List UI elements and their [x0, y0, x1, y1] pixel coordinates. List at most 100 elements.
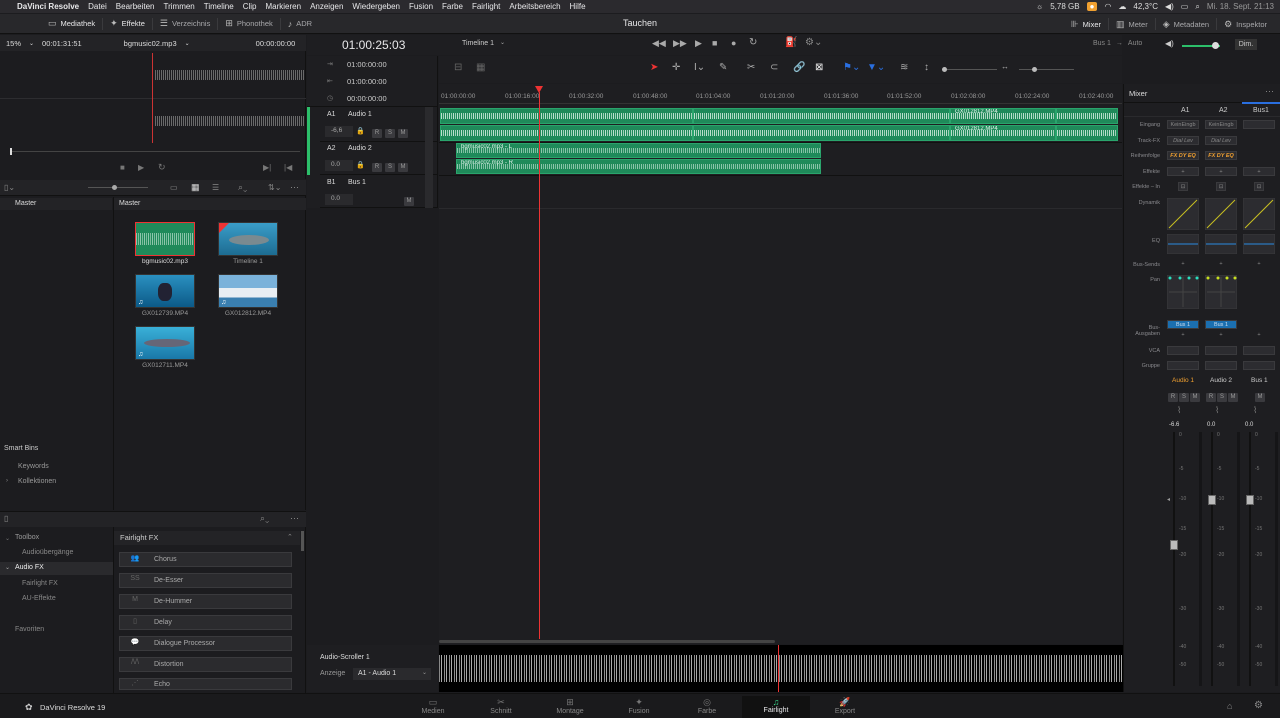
- next-frame-icon[interactable]: ▶|: [263, 163, 271, 172]
- track-name[interactable]: Audio 1: [348, 111, 372, 118]
- track-name[interactable]: Bus 1: [348, 179, 366, 186]
- page-montage[interactable]: ⊞ Montage: [536, 696, 604, 718]
- track-header-a2[interactable]: A2 Audio 2 0.0 🔒 RSM: [320, 142, 438, 175]
- menu-fusion[interactable]: Fusion: [409, 2, 433, 11]
- fx-de-esser[interactable]: SS De-Esser: [119, 573, 292, 588]
- strip-name-a1[interactable]: Audio 1: [1172, 377, 1194, 384]
- clip-a1-1-r[interactable]: [440, 125, 693, 141]
- sort-icon[interactable]: ⇅⌄: [268, 183, 281, 192]
- media-thumb-bgmusic[interactable]: [135, 222, 195, 256]
- track-volume[interactable]: -6,6: [325, 126, 353, 137]
- order-a1[interactable]: FX DY EQ: [1167, 151, 1199, 160]
- mute-button[interactable]: M: [1190, 393, 1200, 402]
- search-icon[interactable]: ⌕⌄: [238, 182, 247, 193]
- fader-knob-a2[interactable]: [1208, 495, 1216, 505]
- menu-clip[interactable]: Clip: [243, 2, 257, 11]
- more-options-icon[interactable]: ⋯: [290, 182, 299, 193]
- eq-graph-a2[interactable]: [1205, 234, 1237, 254]
- fx-chorus[interactable]: 👥 Chorus: [119, 552, 292, 567]
- zoom-waveform-icon[interactable]: ≋: [900, 62, 908, 73]
- dynamics-graph-a1[interactable]: [1167, 198, 1199, 230]
- tab-meter[interactable]: ▥ Meter: [1109, 18, 1156, 30]
- mute-button[interactable]: M: [1255, 393, 1265, 402]
- audio-scroller-waveform[interactable]: [439, 645, 1123, 692]
- menu-arbeitsbereich[interactable]: Arbeitsbereich: [509, 2, 560, 11]
- stop-icon[interactable]: ■: [120, 163, 125, 172]
- fx-de-hummer[interactable]: M De-Hummer: [119, 594, 292, 609]
- settings-icon[interactable]: ⚙: [1254, 700, 1263, 711]
- fader-value-a2[interactable]: 0.0: [1207, 422, 1215, 428]
- bus-send-bus1[interactable]: +: [1243, 260, 1275, 269]
- vertical-zoom-slider[interactable]: [942, 67, 997, 72]
- clip-a1-1[interactable]: [440, 108, 693, 124]
- scroller-track-select[interactable]: A1 - Audio 1 ⌄: [353, 668, 431, 680]
- automation-icon[interactable]: ⌇: [1253, 405, 1257, 416]
- razor-icon[interactable]: ✂: [747, 62, 755, 73]
- page-export[interactable]: 🚀 Export: [811, 696, 879, 718]
- bus-send-a1[interactable]: +: [1167, 260, 1199, 269]
- menu-datei[interactable]: Datei: [88, 2, 107, 11]
- add-bus-output-a2[interactable]: +: [1205, 331, 1237, 340]
- playhead[interactable]: [539, 92, 540, 639]
- clip-a1-4[interactable]: [1056, 108, 1118, 124]
- auto-select[interactable]: Auto: [1128, 40, 1142, 47]
- tree-audiouebergaenge[interactable]: Audioübergänge: [22, 549, 73, 556]
- clip-a1-4-r[interactable]: [1056, 125, 1118, 141]
- main-timecode[interactable]: 01:00:25:03: [342, 38, 405, 52]
- page-schnitt[interactable]: ✂ Schnitt: [467, 696, 535, 718]
- search-icon[interactable]: ⌕⌄: [260, 513, 269, 524]
- chevron-down-icon[interactable]: ⌄: [5, 564, 10, 571]
- fx-delay[interactable]: ▯ Delay: [119, 615, 292, 630]
- solo-button[interactable]: S: [1217, 393, 1227, 402]
- clip-a1-2-r[interactable]: [693, 125, 950, 141]
- effects-in-a1[interactable]: ⊡: [1178, 182, 1188, 191]
- out-timecode[interactable]: 01:00:00:00: [347, 77, 387, 86]
- strip-name-bus1[interactable]: Bus 1: [1251, 377, 1268, 384]
- horizontal-zoom-slider[interactable]: [1019, 67, 1074, 72]
- add-bus-output-a1[interactable]: +: [1167, 331, 1199, 340]
- tab-metadaten[interactable]: ◈ Metadaten: [1156, 18, 1218, 30]
- volume-icon[interactable]: ◀): [1165, 2, 1174, 11]
- tree-au-effekte[interactable]: AU-Effekte: [22, 595, 56, 602]
- chevron-down-icon[interactable]: ⌄: [185, 40, 190, 47]
- bus-output-a2[interactable]: Bus 1: [1205, 320, 1237, 329]
- tree-favoriten[interactable]: Favoriten: [15, 626, 44, 633]
- play-icon[interactable]: ▶: [695, 38, 702, 49]
- chevron-down-icon[interactable]: ⌄: [5, 535, 10, 542]
- automation-icon[interactable]: ⌇: [1177, 405, 1181, 416]
- tab-mediathek[interactable]: ▭ Mediathek: [0, 17, 104, 30]
- grid-view-icon[interactable]: ▦: [191, 182, 200, 193]
- lock-icon[interactable]: 🔒: [356, 127, 365, 135]
- track-options-icon[interactable]: ⊟: [454, 62, 462, 73]
- trackfx-a2[interactable]: Dial Lev: [1205, 136, 1237, 145]
- fx-dialogue-processor[interactable]: 💬 Dialogue Processor: [119, 636, 292, 651]
- slider-knob[interactable]: [1212, 42, 1219, 49]
- page-fusion[interactable]: ✦ Fusion: [605, 696, 673, 718]
- menu-wiedergeben[interactable]: Wiedergeben: [352, 2, 400, 11]
- master-volume-slider[interactable]: [1182, 42, 1220, 49]
- cloud-icon[interactable]: ☁: [1118, 2, 1126, 11]
- media-thumb-timeline[interactable]: [218, 222, 278, 256]
- tab-adr[interactable]: ♪ ADR: [281, 18, 319, 30]
- record-arm-button[interactable]: R: [1168, 393, 1178, 402]
- order-a2[interactable]: FX DY EQ: [1205, 151, 1237, 160]
- tab-verzeichnis[interactable]: ☰ Verzeichnis: [153, 17, 219, 30]
- bin-master-left[interactable]: Master: [0, 198, 112, 210]
- vca-a2[interactable]: [1205, 346, 1237, 355]
- bus-select[interactable]: Bus 1: [1093, 40, 1111, 47]
- stop-icon[interactable]: ■: [712, 38, 717, 48]
- add-bus-output-bus1[interactable]: +: [1243, 331, 1275, 340]
- mute-button[interactable]: M: [1228, 393, 1238, 402]
- tab-effekte[interactable]: ✦ Effekte: [103, 17, 153, 30]
- menu-timeline[interactable]: Timeline: [204, 2, 234, 11]
- slider-knob[interactable]: [112, 185, 117, 190]
- in-timecode[interactable]: 01:00:00:00: [347, 60, 387, 69]
- grid-icon[interactable]: ▦: [476, 62, 485, 73]
- chevron-down-icon[interactable]: ⌄: [29, 40, 34, 47]
- clip-a1-3-r[interactable]: GX012812.MP4: [950, 125, 1056, 141]
- wifi-icon[interactable]: ◠: [1104, 2, 1111, 11]
- menu-hilfe[interactable]: Hilfe: [570, 2, 586, 11]
- home-icon[interactable]: ⌂: [1227, 701, 1232, 711]
- scroller-playhead[interactable]: [778, 645, 779, 692]
- lock-icon[interactable]: 🔒: [356, 161, 365, 169]
